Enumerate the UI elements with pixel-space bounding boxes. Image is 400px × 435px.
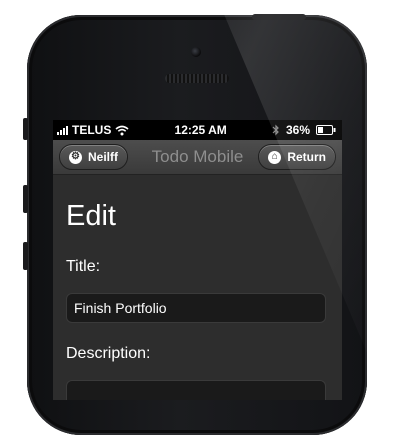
front-camera <box>191 47 201 57</box>
wifi-icon <box>115 125 129 135</box>
battery-percent: 36% <box>285 123 310 137</box>
earpiece-speaker <box>165 74 229 83</box>
mute-switch <box>23 118 28 140</box>
user-settings-button[interactable]: ⚙ Neilff <box>59 144 128 170</box>
nav-bar: ⚙ Neilff Todo Mobile ⌂ Return <box>53 140 342 175</box>
bluetooth-icon <box>272 124 279 136</box>
power-button <box>252 14 306 20</box>
volume-up-button <box>23 185 28 213</box>
description-label: Description: <box>66 345 151 362</box>
page-title: Edit <box>66 200 116 232</box>
title-label: Title: <box>66 258 101 275</box>
home-icon: ⌂ <box>268 150 282 164</box>
app-title: Todo Mobile <box>151 147 244 166</box>
app-screen: TELUS 12:25 AM 36% ⚙ Neilff Todo Mobile … <box>53 120 342 400</box>
user-button-label: Neilff <box>88 150 118 164</box>
signal-bars-icon <box>57 125 68 135</box>
title-input[interactable]: Finish Portfolio <box>66 293 326 323</box>
battery-icon <box>316 125 336 135</box>
description-input[interactable] <box>66 380 326 400</box>
return-button[interactable]: ⌂ Return <box>258 144 336 170</box>
status-bar: TELUS 12:25 AM 36% <box>53 120 342 140</box>
gear-icon: ⚙ <box>69 150 82 164</box>
return-button-label: Return <box>287 150 326 164</box>
carrier-label: TELUS <box>72 123 112 137</box>
volume-down-button <box>23 242 28 270</box>
clock: 12:25 AM <box>174 123 227 137</box>
